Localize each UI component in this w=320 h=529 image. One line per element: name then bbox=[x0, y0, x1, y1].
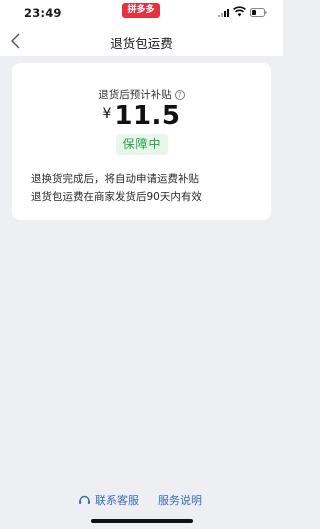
help-icon[interactable]: ? bbox=[174, 90, 185, 100]
amount-row: ¥11.5 bbox=[12, 101, 271, 131]
service-info-link[interactable]: 服务说明 bbox=[158, 492, 202, 508]
app-badge: 拼多多 bbox=[122, 3, 160, 18]
signal-icon bbox=[218, 9, 229, 17]
subsidy-amount: 11.5 bbox=[114, 101, 181, 131]
home-indicator bbox=[91, 519, 193, 523]
customer-service-link[interactable]: 联系客服 bbox=[78, 492, 139, 508]
footer-links: 联系客服 服务说明 bbox=[0, 492, 283, 508]
nav-bar: 退货包运费 bbox=[0, 26, 283, 56]
battery-icon bbox=[250, 8, 267, 17]
subsidy-label-row: 退货后预计补贴? bbox=[12, 87, 271, 102]
currency-symbol: ¥ bbox=[102, 106, 112, 122]
headset-icon bbox=[79, 495, 90, 504]
customer-service-label: 联系客服 bbox=[95, 494, 139, 507]
status-bar: 23:49 拼多多 bbox=[0, 0, 283, 26]
status-badge: 保障中 bbox=[116, 134, 168, 155]
subsidy-label: 退货后预计补贴 bbox=[98, 89, 172, 101]
wifi-icon bbox=[233, 6, 246, 17]
description-line-1: 退换货完成后，将自动申请运费补贴 bbox=[31, 173, 199, 185]
page-title: 退货包运费 bbox=[110, 36, 173, 51]
description-line-2: 退货包运费在商家发货后90天内有效 bbox=[31, 191, 202, 203]
status-time: 23:49 bbox=[24, 6, 62, 20]
subsidy-card: 退货后预计补贴? ¥11.5 保障中 退换货完成后，将自动申请运费补贴 退货包运… bbox=[12, 63, 271, 220]
